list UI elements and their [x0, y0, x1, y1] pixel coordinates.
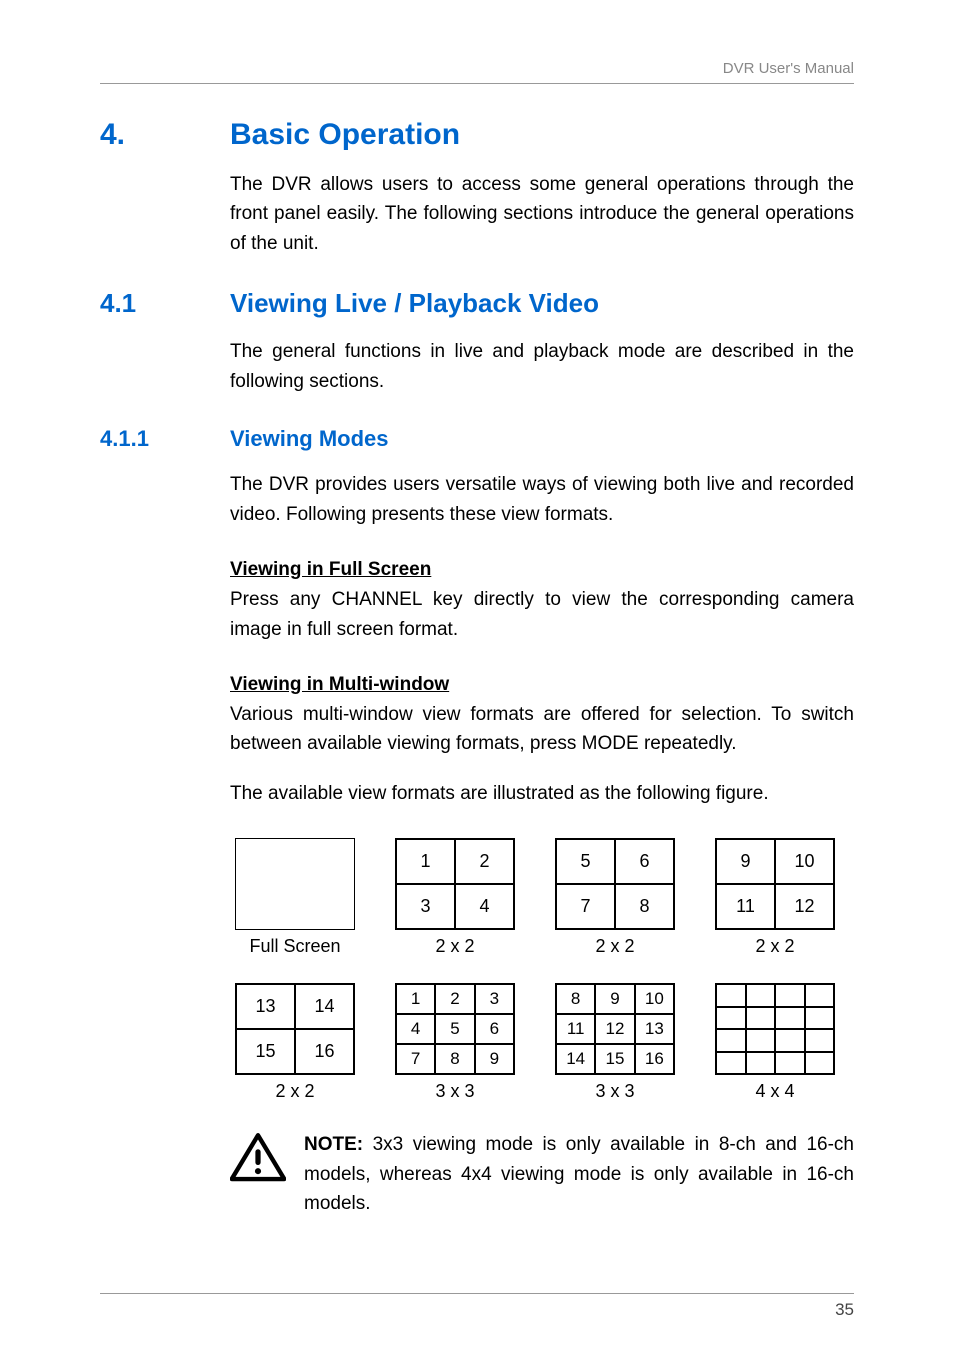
grid-cell: 16 [295, 1029, 354, 1074]
grid-cell [746, 984, 776, 1007]
view-format-figures: Full Screen 1 2 3 4 2 x 2 5 6 7 8 2 x 2 [230, 838, 854, 1102]
grid-cell: 6 [475, 1014, 514, 1044]
running-header: DVR User's Manual [100, 60, 854, 84]
grid-cell: 5 [556, 839, 615, 884]
note-text: NOTE: 3x3 viewing mode is only available… [304, 1130, 854, 1218]
grid-cell: 8 [615, 884, 674, 929]
grid-cell: 9 [716, 839, 775, 884]
grid-cell: 1 [396, 839, 455, 884]
grid-cell [746, 1052, 776, 1075]
section-4-1-1-num: 4.1.1 [100, 426, 230, 452]
grid-cell [775, 984, 805, 1007]
grid-cell: 4 [396, 1014, 435, 1044]
diagram-3x3-a: 1 2 3 4 5 6 7 8 9 [395, 983, 515, 1075]
grid-cell [775, 1052, 805, 1075]
section-4-1-num: 4.1 [100, 288, 230, 319]
diagram-2x2-a: 1 2 3 4 [395, 838, 515, 930]
grid-cell [775, 1029, 805, 1052]
grid-cell: 12 [775, 884, 834, 929]
diagram-2x2-c: 9 10 11 12 [715, 838, 835, 930]
grid-cell: 11 [716, 884, 775, 929]
grid-cell: 3 [396, 884, 455, 929]
section-4-1-p1: The general functions in live and playba… [230, 337, 854, 396]
note-body: 3x3 viewing mode is only available in 8-… [304, 1134, 854, 1214]
grid-cell [716, 1007, 746, 1030]
grid-cell: 3 [475, 984, 514, 1014]
section-4-p1: The DVR allows users to access some gene… [230, 170, 854, 258]
grid-cell: 12 [595, 1014, 634, 1044]
grid-cell: 4 [455, 884, 514, 929]
multiwindow-heading: Viewing in Multi-window [230, 674, 854, 696]
diagram-fullscreen [235, 838, 355, 930]
grid-cell [746, 1007, 776, 1030]
grid-cell: 13 [236, 984, 295, 1029]
label-fullscreen: Full Screen [249, 936, 340, 957]
grid-cell [775, 1007, 805, 1030]
fullscreen-heading: Viewing in Full Screen [230, 559, 854, 581]
section-4-num: 4. [100, 118, 230, 152]
grid-cell: 13 [635, 1014, 674, 1044]
grid-cell: 15 [595, 1044, 634, 1074]
grid-cell: 1 [396, 984, 435, 1014]
grid-cell: 14 [556, 1044, 595, 1074]
label-4x4: 4 x 4 [755, 1081, 794, 1102]
diagram-2x2-b: 5 6 7 8 [555, 838, 675, 930]
diagram-4x4 [715, 983, 835, 1075]
grid-cell [746, 1029, 776, 1052]
grid-cell [805, 984, 835, 1007]
diagram-2x2-d: 13 14 15 16 [235, 983, 355, 1075]
grid-cell: 9 [475, 1044, 514, 1074]
label-2x2-d: 2 x 2 [275, 1081, 314, 1102]
section-4-1-1-title: Viewing Modes [230, 426, 389, 452]
label-3x3-b: 3 x 3 [595, 1081, 634, 1102]
grid-cell: 14 [295, 984, 354, 1029]
multiwindow-p2: The available view formats are illustrat… [230, 779, 854, 808]
grid-cell [716, 1052, 746, 1075]
grid-cell: 5 [435, 1014, 474, 1044]
grid-cell: 8 [435, 1044, 474, 1074]
label-2x2-a: 2 x 2 [435, 936, 474, 957]
fullscreen-text: Press any CHANNEL key directly to view t… [230, 585, 854, 644]
section-4-title: Basic Operation [230, 118, 460, 152]
grid-cell: 16 [635, 1044, 674, 1074]
grid-cell: 10 [775, 839, 834, 884]
grid-cell: 15 [236, 1029, 295, 1074]
grid-cell: 2 [455, 839, 514, 884]
page-number: 35 [0, 1294, 954, 1320]
warning-icon [230, 1132, 286, 1184]
grid-cell [716, 984, 746, 1007]
grid-cell: 2 [435, 984, 474, 1014]
diagram-3x3-b: 8 9 10 11 12 13 14 15 16 [555, 983, 675, 1075]
label-2x2-c: 2 x 2 [755, 936, 794, 957]
label-3x3-a: 3 x 3 [435, 1081, 474, 1102]
section-4-1-title: Viewing Live / Playback Video [230, 288, 599, 319]
grid-cell: 6 [615, 839, 674, 884]
grid-cell: 11 [556, 1014, 595, 1044]
grid-cell: 8 [556, 984, 595, 1014]
grid-cell: 7 [556, 884, 615, 929]
label-2x2-b: 2 x 2 [595, 936, 634, 957]
section-4-1-1-p1: The DVR provides users versatile ways of… [230, 470, 854, 529]
grid-cell [805, 1007, 835, 1030]
grid-cell [716, 1029, 746, 1052]
grid-cell: 9 [595, 984, 634, 1014]
grid-cell: 10 [635, 984, 674, 1014]
grid-cell [805, 1029, 835, 1052]
grid-cell [805, 1052, 835, 1075]
grid-cell: 7 [396, 1044, 435, 1074]
note-bold: NOTE: [304, 1134, 363, 1155]
multiwindow-p1: Various multi-window view formats are of… [230, 700, 854, 759]
